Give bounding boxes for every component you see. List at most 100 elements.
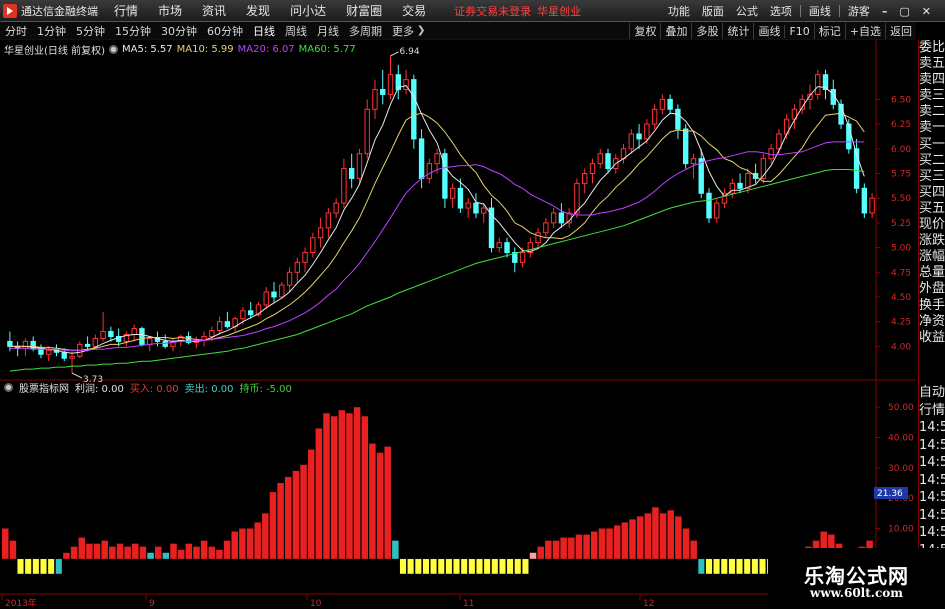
quote-item-7[interactable]: 买二 [919, 153, 945, 169]
ma-label-1: MA10: 5.99 [176, 44, 234, 55]
menu-guest[interactable]: 游客 [842, 3, 876, 19]
maximize-icon[interactable]: ▢ [893, 5, 915, 18]
settings-icon[interactable] [108, 45, 118, 54]
tick-item-6: 14:50 [919, 490, 945, 505]
candle-body [100, 331, 106, 339]
tool-button-0[interactable]: 复权 [629, 23, 660, 39]
quote-item-18[interactable]: 收益 [919, 330, 945, 346]
watermark-title: 乐淘公式网 [804, 564, 909, 588]
indicator-bar [629, 519, 636, 559]
quote-item-4[interactable]: 卖二 [919, 104, 945, 120]
menu-layout[interactable]: 版面 [696, 3, 730, 19]
quote-item-8[interactable]: 买三 [919, 169, 945, 185]
candle-body [597, 153, 603, 165]
candle-body [364, 108, 370, 155]
login-warning[interactable]: 证券交易未登录 [454, 3, 531, 19]
quote-item-10[interactable]: 买五 [919, 201, 945, 217]
quote-item-1[interactable]: 卖五 [919, 56, 945, 72]
period-tab-8[interactable]: 月线 [312, 23, 344, 39]
menu-item-1[interactable]: 市场 [148, 2, 192, 19]
price-tick-label: 6.25 [891, 120, 911, 130]
menu-formula[interactable]: 公式 [730, 3, 764, 19]
indicator-bar [55, 558, 63, 575]
more-chevron-icon[interactable]: ❯ [417, 25, 425, 36]
period-tab-3[interactable]: 15分钟 [110, 23, 156, 39]
indicator-bar [239, 528, 246, 559]
quote-item-15[interactable]: 外盘 [919, 281, 945, 297]
indicator-bar [9, 540, 17, 559]
indicator-bar [353, 407, 361, 559]
period-tab-1[interactable]: 1分钟 [32, 23, 71, 39]
tool-button-5[interactable]: F10 [784, 24, 813, 38]
candle-body [387, 74, 394, 95]
period-tab-5[interactable]: 60分钟 [202, 23, 248, 39]
indicator-bar [361, 416, 369, 559]
candle-body [675, 108, 681, 130]
indicator-bar [384, 446, 391, 559]
quote-item-12[interactable]: 涨跌 [919, 233, 945, 249]
close-icon[interactable]: ✕ [916, 5, 937, 18]
low-pointer [71, 372, 83, 379]
menu-item-3[interactable]: 发现 [236, 2, 280, 19]
candle-body [706, 192, 712, 219]
indicator-bar [40, 558, 47, 575]
tool-button-3[interactable]: 统计 [722, 23, 753, 39]
candle-body [481, 207, 487, 214]
menu-draw[interactable]: 画线 [803, 3, 837, 19]
menu-item-6[interactable]: 交易 [392, 2, 436, 19]
indicator-bar [262, 513, 269, 559]
quote-item-11[interactable]: 现价 [919, 217, 945, 233]
period-tab-7[interactable]: 周线 [280, 23, 312, 39]
indicator-label-1: 买入: 0.00 [129, 384, 179, 395]
indicator-bar [124, 546, 131, 559]
indicator-bar [78, 537, 85, 559]
period-tab-9[interactable]: 多周期 [344, 23, 387, 39]
quote-item-13[interactable]: 涨幅 [919, 249, 945, 265]
period-tab-6[interactable]: 日线 [248, 23, 280, 39]
tool-button-7[interactable]: +自选 [844, 23, 885, 39]
quote-item-17[interactable]: 净资 [919, 314, 945, 330]
indicator-bar [606, 528, 613, 559]
menu-options[interactable]: 选项 [764, 3, 798, 19]
period-tab-2[interactable]: 5分钟 [71, 23, 110, 39]
quote-item-5[interactable]: 卖一 [919, 120, 945, 136]
period-tab-0[interactable]: 分时 [0, 23, 32, 39]
indicator-bar [47, 558, 55, 575]
quote-item-14[interactable]: 总量 [919, 265, 945, 281]
minimize-icon[interactable]: – [876, 5, 894, 18]
menu-item-0[interactable]: 行情 [104, 2, 148, 19]
menu-item-2[interactable]: 资讯 [192, 2, 236, 19]
tool-button-8[interactable]: 返回 [885, 23, 916, 39]
indicator-legend: 股票指标网 利润: 0.00 买入: 0.00 卖出: 0.00 持币: -5.00 [4, 380, 292, 395]
candle-body [682, 128, 689, 165]
quote-item-2[interactable]: 卖四 [919, 72, 945, 88]
quote-item-9[interactable]: 买四 [919, 185, 945, 201]
price-tick-label: 5.50 [891, 194, 911, 204]
app-window: 通达信金融终端 行情 市场 资讯 发现 问小达 财富圈 交易 证券交易未登录 华星创业 功能… [0, 0, 945, 609]
menu-function[interactable]: 功能 [662, 3, 696, 19]
period-tab-10[interactable]: 更多 [387, 23, 419, 39]
candle-body [449, 187, 456, 199]
period-tab-4[interactable]: 30分钟 [156, 23, 202, 39]
candle-body [263, 291, 269, 306]
tool-button-2[interactable]: 多股 [691, 23, 722, 39]
menu-item-4[interactable]: 问小达 [280, 2, 336, 19]
indicator-bar [170, 543, 177, 559]
high-label: 6.94 [400, 47, 420, 57]
indicator-bar [315, 428, 323, 559]
quote-item-16[interactable]: 换手 [919, 298, 945, 314]
indicator-bar [759, 558, 766, 575]
candle-body [247, 310, 254, 316]
tool-button-4[interactable]: 画线 [753, 23, 784, 39]
quote-item-0[interactable]: 委比 [919, 40, 945, 56]
indicator-tick-label: 10.00 [888, 525, 914, 535]
tool-button-1[interactable]: 叠加 [660, 23, 691, 39]
quote-item-6[interactable]: 买一 [919, 137, 945, 153]
settings-icon[interactable] [4, 383, 13, 392]
quote-item-3[interactable]: 卖三 [919, 88, 945, 104]
menu-item-5[interactable]: 财富圈 [336, 2, 392, 19]
chart-area[interactable]: 6.50 6.25 6.00 5.75 5.50 5.25 5.00 4.75 4.50 4.25… [0, 40, 916, 609]
indicator-tick-label: 50.00 [888, 403, 914, 413]
tool-button-6[interactable]: 标记 [813, 23, 845, 39]
candle-body [216, 321, 223, 332]
